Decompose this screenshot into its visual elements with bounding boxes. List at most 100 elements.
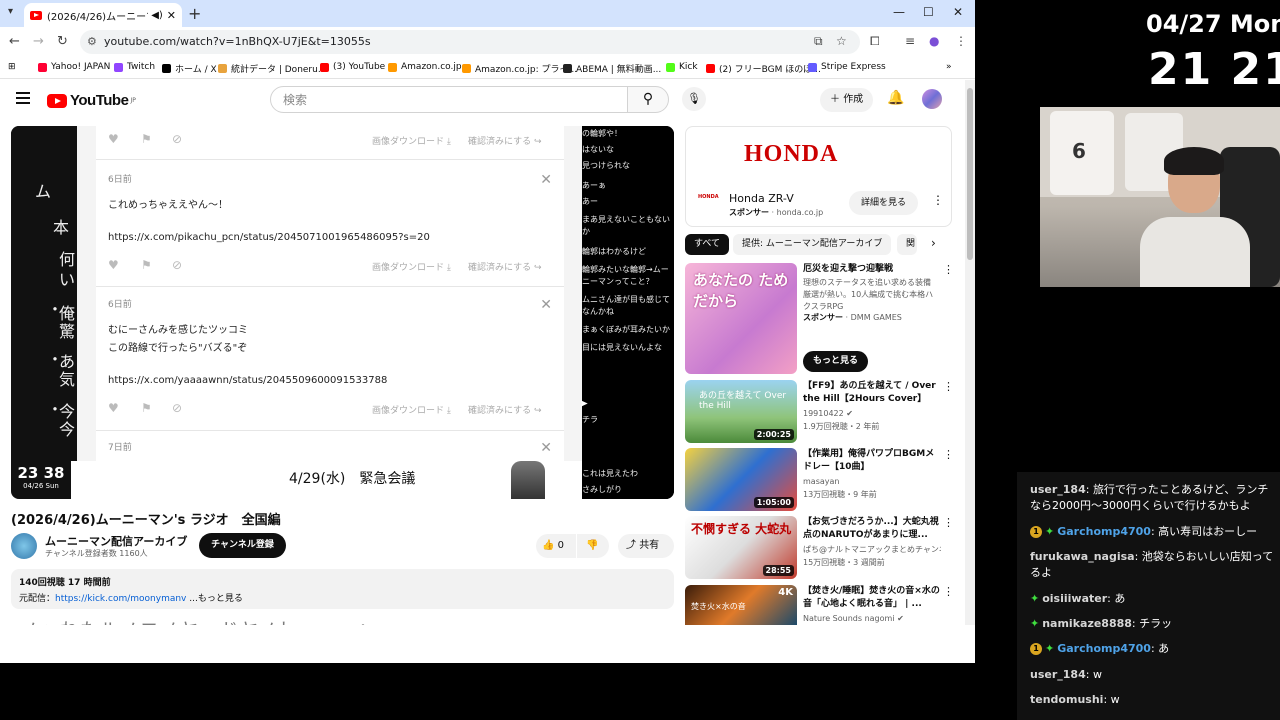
sponsored-ad-card[interactable]: HONDA HONDA Honda ZR-V スポンサー · honda.co.… <box>685 126 952 227</box>
show-more-link[interactable]: ...もっと見る <box>189 594 243 604</box>
close-icon[interactable]: ✕ <box>540 297 552 313</box>
recommendation-channel[interactable]: masayan <box>803 476 941 488</box>
forward-icon[interactable]: → <box>33 34 44 49</box>
recommendation-item[interactable]: あなたの ためだから 厄災を迎え撃つ迎撃戦 理想のステータスを追い求める装備 厳… <box>685 263 954 375</box>
close-icon[interactable]: ✕ <box>540 440 552 456</box>
close-icon[interactable]: ✕ <box>540 172 552 188</box>
chat-username[interactable]: tendomushi <box>1030 693 1103 706</box>
like-button[interactable]: 👍 0 <box>536 534 576 558</box>
recommendation-title[interactable]: 【焚き火/睡眠】焚き火の音×水の音「心地よく眠れる音」 | ... <box>803 585 941 611</box>
mark-checked-link[interactable]: 確認済みにする ↪ <box>468 260 542 273</box>
mark-checked-link[interactable]: 確認済みにする ↪ <box>468 134 542 147</box>
video-thumbnail[interactable]: あなたの ためだから <box>685 263 797 374</box>
bookmark-bgm[interactable]: (2) フリーBGM ほのぼ... <box>706 62 821 75</box>
bookmark-amazon[interactable]: Amazon.co.jp <box>388 62 462 72</box>
apps-icon[interactable]: ⊞ <box>8 62 16 72</box>
maximize-icon[interactable]: ☐ <box>923 5 934 19</box>
install-icon[interactable]: ⧉ <box>814 34 823 49</box>
voice-search-button[interactable]: 🎙 <box>682 87 706 111</box>
recommendation-item[interactable]: 不憫すぎる 大蛇丸 28:55 【お気づきだろうか...】大蛇丸視点のNARUT… <box>685 516 954 579</box>
channel-name[interactable]: ムーニーマン配信アーカイブ <box>45 533 187 549</box>
mark-checked-link[interactable]: 確認済みにする ↪ <box>468 403 542 416</box>
download-image-link[interactable]: 画像ダウンロード ⤓ <box>372 403 451 416</box>
back-icon[interactable]: ← <box>9 34 20 49</box>
post-link[interactable]: https://x.com/pikachu_pcn/status/2045071… <box>108 232 430 243</box>
account-avatar[interactable] <box>922 89 942 109</box>
heart-icon[interactable]: ♥ <box>108 258 119 272</box>
video-thumbnail[interactable]: あの丘を越えて Over the Hill 2:00:25 <box>685 380 797 443</box>
create-button[interactable]: ＋ 作成 <box>820 88 874 112</box>
video-thumbnail[interactable]: 1:05:00 <box>685 448 797 511</box>
heart-icon[interactable]: ♥ <box>108 401 119 415</box>
chevron-right-icon[interactable]: › <box>931 236 936 250</box>
chat-username[interactable]: Garchomp4700 <box>1057 525 1151 538</box>
more-options-icon[interactable]: ⋮ <box>943 585 953 598</box>
recommendation-channel[interactable]: 19910422 <box>803 409 844 418</box>
bookmark-yahoo[interactable]: Yahoo! JAPAN <box>38 62 110 72</box>
tab-search-icon[interactable]: ▾ <box>8 6 13 17</box>
speaker-icon[interactable]: ◀) <box>151 10 163 21</box>
bookmark-x[interactable]: ホーム / X <box>162 62 217 75</box>
chat-username[interactable]: furukawa_nagisa <box>1030 550 1135 563</box>
page-scrollbar[interactable] <box>965 80 975 625</box>
video-player[interactable]: ム 本 何 い ・ 俺 驚 ・ あ 気 ・ 今 今 ♥ ⚑ ⊘ 画像ダウンロード… <box>11 126 674 499</box>
chip-channel[interactable]: 提供: ムーニーマン配信アーカイブ <box>733 234 892 255</box>
more-options-icon[interactable]: ⋮ <box>943 516 954 529</box>
bookmark-abema[interactable]: ABEMA | 無料動画... <box>563 62 661 75</box>
channel-avatar[interactable] <box>11 533 37 559</box>
ad-details-button[interactable]: 詳細を見る <box>849 191 919 215</box>
bookmark-star-icon[interactable]: ☆ <box>836 34 847 48</box>
new-tab-icon[interactable]: + <box>188 4 201 23</box>
post-link[interactable]: https://x.com/yaaaawnn/status/2045509600… <box>108 375 387 386</box>
bookmark-stripe[interactable]: Stripe Express <box>808 62 886 72</box>
hamburger-menu-icon[interactable] <box>16 92 30 104</box>
block-icon[interactable]: ⊘ <box>172 401 182 415</box>
browser-tab[interactable]: (2026/4/26)ムーニーマン's ラジオ ◀) ✕ <box>24 3 182 27</box>
chat-username[interactable]: namikaze8888 <box>1042 617 1132 630</box>
flag-icon[interactable]: ⚑ <box>141 401 152 415</box>
chat-username[interactable]: user_184 <box>1030 483 1086 496</box>
more-options-icon[interactable]: ⋮ <box>943 448 954 461</box>
media-icon[interactable]: ≡ <box>905 34 915 48</box>
recommendation-channel[interactable]: Nature Sounds nagomi <box>803 614 895 623</box>
profile-icon[interactable]: ● <box>929 34 939 48</box>
recommendation-item[interactable]: 焚き火×水の音 4K 【焚き火/睡眠】焚き火の音×水の音「心地よく眠れる音」 |… <box>685 585 953 625</box>
youtube-logo[interactable]: YouTube JP <box>47 92 136 109</box>
chip-all[interactable]: すべて <box>685 234 730 255</box>
share-button[interactable]: ⤴ 共有 <box>618 534 674 558</box>
search-button[interactable]: ⚲ <box>627 86 669 113</box>
recommendation-title[interactable]: 【作業用】俺得パワプロBGMメドレー【10曲】 <box>803 448 941 474</box>
search-input[interactable]: 検索 <box>270 86 628 113</box>
description-link[interactable]: https://kick.com/moonymanv <box>55 594 186 604</box>
chip-related[interactable]: 関 <box>897 234 918 255</box>
video-thumbnail[interactable]: 不憫すぎる 大蛇丸 28:55 <box>685 516 797 579</box>
url-field[interactable]: ⚙ youtube.com/watch?v=1nBhQX-U7jE&t=1305… <box>80 30 860 54</box>
subscribe-button[interactable]: チャンネル登録 <box>199 533 286 558</box>
extensions-icon[interactable]: ⧠ <box>870 34 880 49</box>
recommendation-title[interactable]: 厄災を迎え撃つ迎撃戦 <box>803 263 941 276</box>
notifications-bell-icon[interactable]: 🔔 <box>887 90 904 106</box>
close-tab-icon[interactable]: ✕ <box>167 9 176 22</box>
more-options-icon[interactable]: ⋮ <box>943 263 954 276</box>
download-image-link[interactable]: 画像ダウンロード ⤓ <box>372 260 451 273</box>
video-thumbnail[interactable]: 焚き火×水の音 4K <box>685 585 797 625</box>
block-icon[interactable]: ⊘ <box>172 132 182 146</box>
bookmark-kick[interactable]: Kick <box>666 62 698 72</box>
download-image-link[interactable]: 画像ダウンロード ⤓ <box>372 134 451 147</box>
recommendation-title[interactable]: 【FF9】あの丘を越えて / Over the Hill【2Hours Cove… <box>803 380 941 406</box>
bookmark-amazon-prime[interactable]: Amazon.co.jp: プライ... <box>462 62 577 75</box>
chat-username[interactable]: oisiiiwater <box>1042 592 1107 605</box>
recommendation-title[interactable]: 【お気づきだろうか...】大蛇丸視点のNARUTOがあまりに理... <box>803 516 941 542</box>
bookmark-youtube[interactable]: (3) YouTube <box>320 62 385 72</box>
chat-username[interactable]: Garchomp4700 <box>1057 642 1151 655</box>
see-more-button[interactable]: もっと見る <box>803 351 869 372</box>
close-window-icon[interactable]: ✕ <box>953 5 963 19</box>
reload-icon[interactable]: ↻ <box>57 34 68 49</box>
browser-menu-icon[interactable]: ⋮ <box>955 34 967 48</box>
description-box[interactable]: 140回視聴 17 時間前 元配信：https://kick.com/moony… <box>11 569 674 609</box>
heart-icon[interactable]: ♥ <box>108 132 119 146</box>
bookmark-twitch[interactable]: Twitch <box>114 62 155 72</box>
recommendation-item[interactable]: あの丘を越えて Over the Hill 2:00:25 【FF9】あの丘を越… <box>685 380 954 443</box>
more-options-icon[interactable]: ⋮ <box>943 380 954 393</box>
block-icon[interactable]: ⊘ <box>172 258 182 272</box>
